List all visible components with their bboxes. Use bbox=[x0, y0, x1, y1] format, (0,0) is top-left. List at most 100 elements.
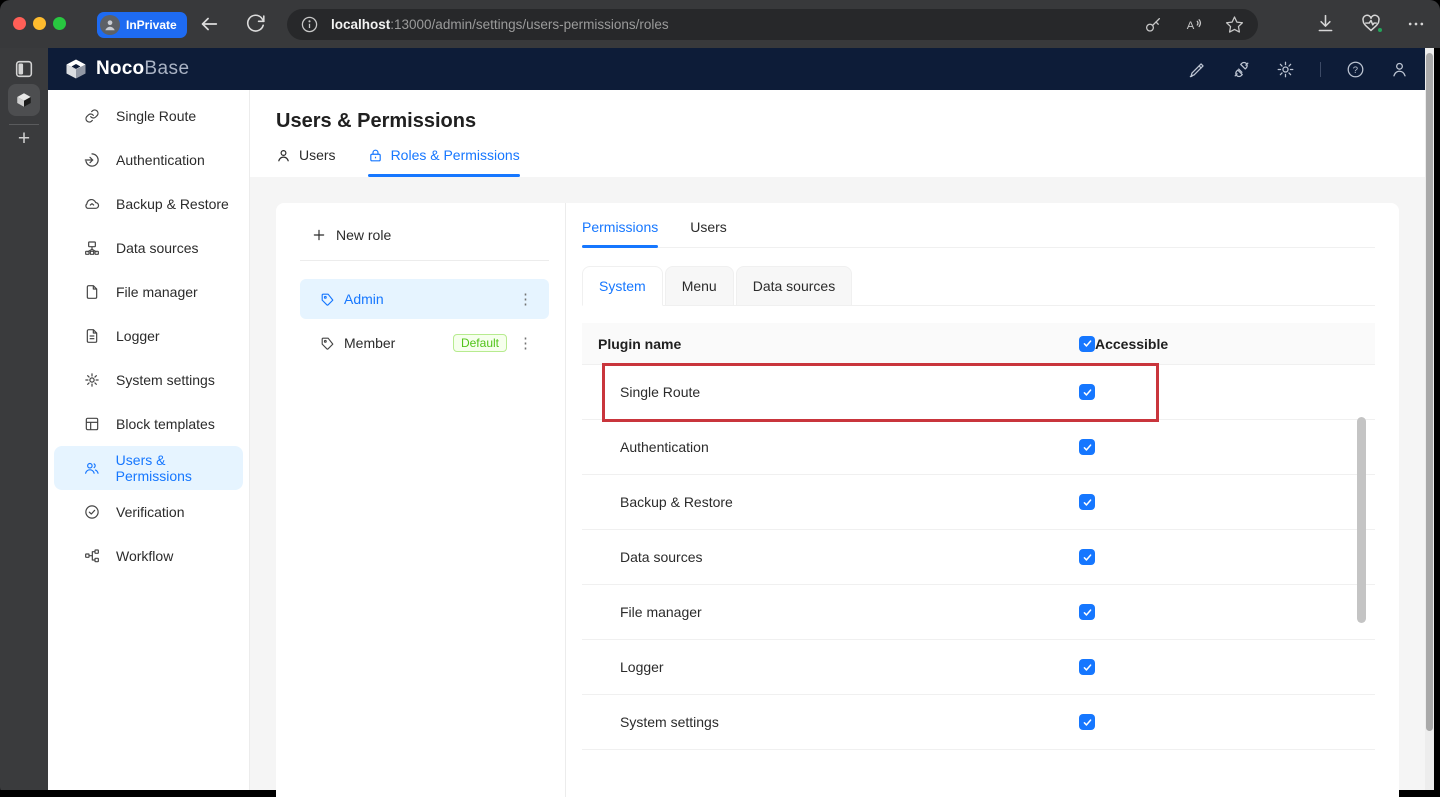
accessible-checkbox[interactable] bbox=[1079, 659, 1095, 675]
favorites-star-icon[interactable] bbox=[1225, 15, 1244, 34]
permissions-tabs: Permissions Users bbox=[582, 219, 1375, 248]
table-row-data-sources: Data sources bbox=[582, 530, 1375, 585]
nocobase-logo[interactable]: NocoBase bbox=[64, 57, 190, 81]
sidebar-item-backup-restore[interactable]: Backup & Restore bbox=[54, 182, 243, 226]
sidebar-item-label: Authentication bbox=[116, 152, 205, 168]
permissions-panel: Permissions Users System Menu Data sourc… bbox=[566, 203, 1399, 797]
check-icon bbox=[1083, 608, 1091, 616]
brand-bold: Noco bbox=[96, 58, 145, 79]
tab-strip-divider bbox=[9, 124, 39, 125]
svg-text:?: ? bbox=[1353, 65, 1358, 76]
tab-users[interactable]: Users bbox=[276, 147, 336, 177]
plugin-name-cell: Backup & Restore bbox=[620, 494, 733, 510]
accessible-all-checkbox[interactable] bbox=[1079, 335, 1095, 352]
sidebar-item-logger[interactable]: Logger bbox=[54, 314, 243, 358]
cluster-icon bbox=[85, 241, 99, 255]
role-menu-button[interactable]: ⋮ bbox=[516, 288, 535, 311]
check-icon bbox=[1083, 718, 1091, 726]
settings-gear-icon[interactable] bbox=[1276, 60, 1295, 79]
page-title: Users & Permissions bbox=[276, 110, 477, 132]
accessible-checkbox[interactable] bbox=[1079, 549, 1095, 565]
login-icon bbox=[84, 153, 99, 167]
table-scrollbar-thumb[interactable] bbox=[1357, 417, 1366, 623]
table-row-backup-restore: Backup & Restore bbox=[582, 475, 1375, 530]
sidebar-item-file-manager[interactable]: File manager bbox=[54, 270, 243, 314]
refresh-button[interactable] bbox=[245, 13, 267, 35]
tag-icon bbox=[321, 337, 334, 350]
role-item-admin[interactable]: Admin ⋮ bbox=[300, 279, 549, 319]
accessible-checkbox[interactable] bbox=[1079, 604, 1095, 620]
lock-icon bbox=[369, 149, 381, 161]
essentials-status-dot bbox=[1376, 26, 1384, 34]
sidebar-item-label: Backup & Restore bbox=[116, 196, 229, 212]
vertical-tab-strip: + bbox=[0, 48, 48, 790]
tab-roles-permissions[interactable]: Roles & Permissions bbox=[367, 147, 520, 177]
nocobase-favicon bbox=[17, 93, 31, 107]
accessible-checkbox[interactable] bbox=[1079, 494, 1095, 510]
scope-tab-system[interactable]: System bbox=[582, 266, 663, 306]
sidebar-item-data-sources[interactable]: Data sources bbox=[54, 226, 243, 270]
tab-role-users[interactable]: Users bbox=[690, 219, 727, 247]
tab-actions-button[interactable] bbox=[13, 58, 35, 80]
active-tab-nocobase[interactable] bbox=[8, 84, 40, 116]
browser-essentials-button[interactable] bbox=[1360, 13, 1384, 34]
new-tab-button[interactable]: + bbox=[12, 127, 36, 151]
default-badge: Default bbox=[452, 334, 507, 352]
tab-permissions[interactable]: Permissions bbox=[582, 219, 659, 248]
zoom-window-button[interactable] bbox=[53, 17, 66, 30]
sidebar-item-system-settings[interactable]: System settings bbox=[54, 358, 243, 402]
user-account-icon[interactable] bbox=[1390, 60, 1409, 79]
site-info-icon[interactable] bbox=[301, 16, 318, 33]
accessible-checkbox[interactable] bbox=[1079, 714, 1095, 730]
check-icon bbox=[1083, 498, 1091, 506]
ui-editor-highlighter-icon[interactable] bbox=[1188, 60, 1207, 79]
svg-text:A: A bbox=[1187, 19, 1195, 31]
role-name: Admin bbox=[344, 291, 384, 307]
sidebar-item-verification[interactable]: Verification bbox=[54, 490, 243, 534]
page-scrollbar bbox=[1425, 48, 1434, 790]
sidebar-item-block-templates[interactable]: Block templates bbox=[54, 402, 243, 446]
browser-menu-icon[interactable] bbox=[1406, 14, 1426, 34]
sidebar-item-users-permissions[interactable]: Users & Permissions bbox=[54, 446, 243, 490]
refresh-icon bbox=[246, 14, 265, 32]
page-scrollbar-thumb[interactable] bbox=[1426, 53, 1433, 731]
inprivate-badge[interactable]: InPrivate bbox=[97, 12, 187, 38]
cloud-sync-icon bbox=[85, 199, 100, 209]
sidebar-item-workflow[interactable]: Workflow bbox=[54, 534, 243, 578]
new-role-button[interactable]: New role bbox=[300, 227, 549, 243]
scope-tab-menu[interactable]: Menu bbox=[664, 266, 734, 306]
check-icon bbox=[1083, 553, 1091, 561]
sidebar-toggle-icon bbox=[15, 60, 33, 78]
close-window-button[interactable] bbox=[13, 17, 26, 30]
table-header-row: Plugin name Accessible bbox=[582, 323, 1375, 365]
scope-tab-data-sources[interactable]: Data sources bbox=[735, 266, 853, 306]
brand-light: Base bbox=[144, 58, 190, 79]
downloads-icon[interactable] bbox=[1315, 13, 1336, 34]
table-row-file-manager: File manager bbox=[582, 585, 1375, 640]
plugin-name-cell: Single Route bbox=[620, 384, 701, 400]
plugin-permissions-table: Plugin name Accessible Single Route Auth… bbox=[582, 323, 1375, 750]
content-area: New role Admin ⋮ Member Default ⋮ Permis… bbox=[250, 177, 1425, 797]
tab-label: Users bbox=[299, 147, 336, 163]
nocobase-cube-icon bbox=[66, 59, 86, 79]
role-item-member[interactable]: Member Default ⋮ bbox=[300, 323, 549, 363]
back-arrow-icon bbox=[201, 17, 218, 31]
accessible-checkbox[interactable] bbox=[1079, 439, 1095, 455]
minimize-window-button[interactable] bbox=[33, 17, 46, 30]
team-icon bbox=[85, 462, 99, 474]
sidebar-item-single-route[interactable]: Single Route bbox=[54, 94, 243, 138]
read-aloud-icon[interactable]: A bbox=[1184, 16, 1203, 34]
address-bar[interactable]: localhost:13000/admin/settings/users-per… bbox=[287, 9, 1258, 40]
help-icon[interactable]: ? bbox=[1346, 60, 1365, 79]
check-icon bbox=[1083, 388, 1091, 396]
role-menu-button[interactable]: ⋮ bbox=[516, 332, 535, 355]
layout-icon bbox=[85, 417, 99, 431]
gear-icon bbox=[85, 373, 99, 387]
back-button[interactable] bbox=[198, 13, 220, 35]
password-key-icon[interactable] bbox=[1144, 16, 1162, 34]
sidebar-item-label: Block templates bbox=[116, 416, 215, 432]
sidebar-item-label: Single Route bbox=[116, 108, 197, 124]
sidebar-item-authentication[interactable]: Authentication bbox=[54, 138, 243, 182]
accessible-checkbox[interactable] bbox=[1079, 384, 1095, 400]
api-plug-icon[interactable] bbox=[1232, 60, 1251, 79]
